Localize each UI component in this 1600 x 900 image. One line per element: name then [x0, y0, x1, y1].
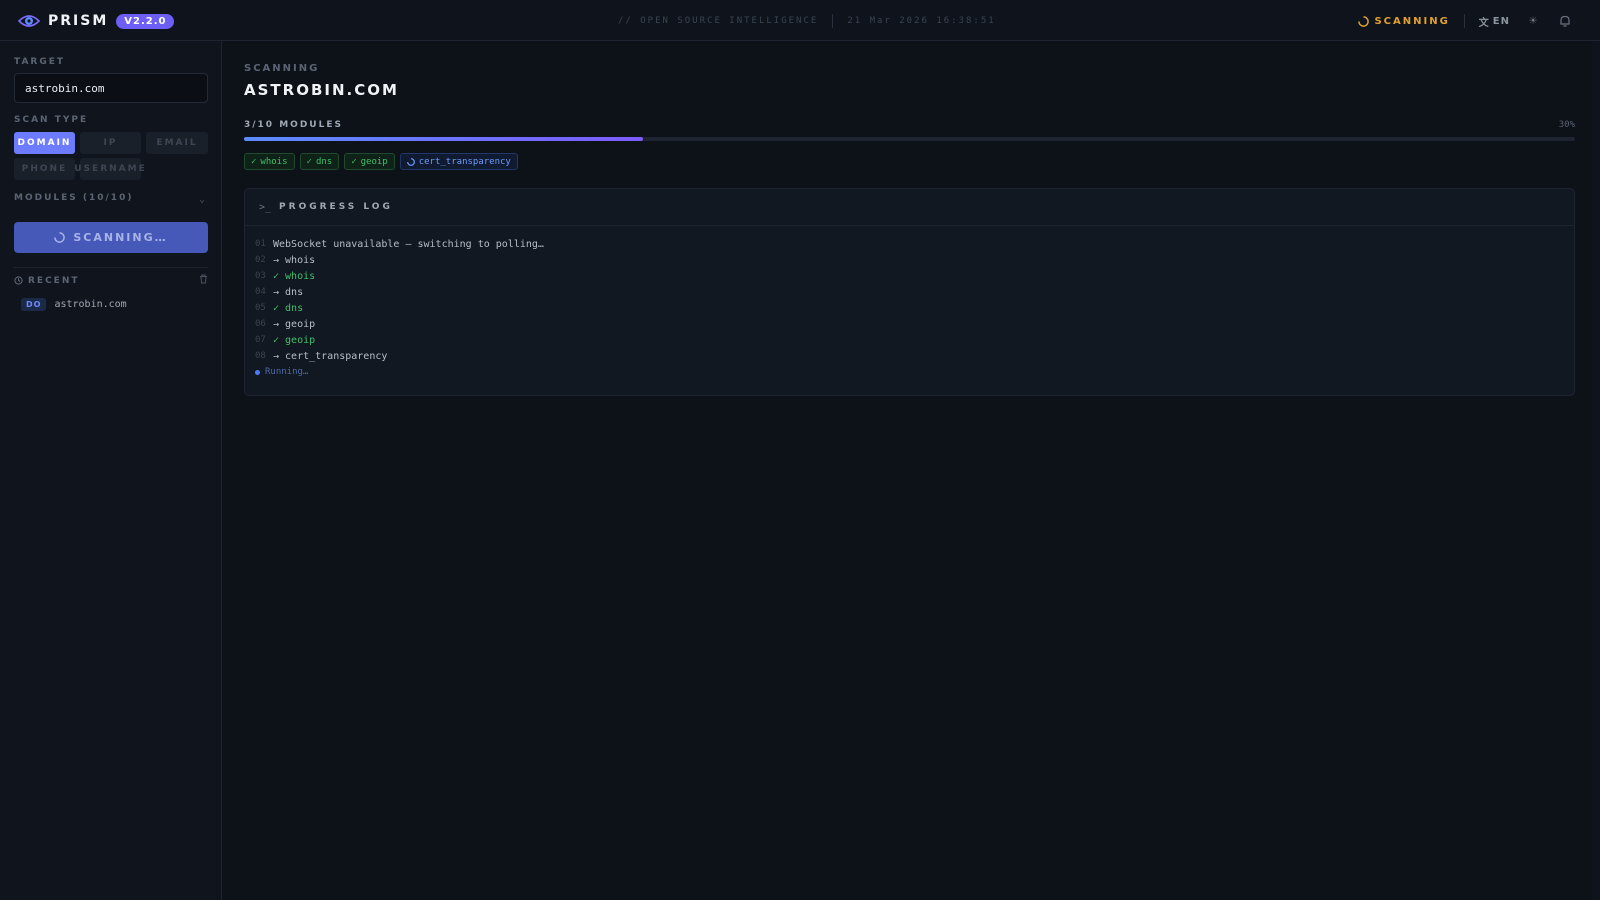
- log-line-text: WebSocket unavailable — switching to pol…: [273, 238, 544, 250]
- log-lines: 01 WebSocket unavailable — switching to p…: [245, 226, 1574, 380]
- module-chips: ✓ whois ✓ dns ✓ geoip cert_transparency: [244, 153, 518, 170]
- log-header: >_ PROGRESS LOG: [245, 189, 1574, 226]
- log-title: PROGRESS LOG: [279, 202, 393, 212]
- scan-type-username[interactable]: USERNAME: [74, 158, 145, 180]
- chip-label: whois: [260, 156, 288, 167]
- terminal-icon: >_: [259, 201, 272, 213]
- log-line-text: → whois: [273, 254, 316, 266]
- trash-icon[interactable]: [199, 274, 208, 287]
- log-line-text: → cert_transparency: [273, 350, 388, 362]
- trash-shape: [200, 274, 207, 284]
- log-line-number: 03: [255, 271, 266, 281]
- module-chip-dns[interactable]: ✓ dns: [299, 153, 340, 170]
- running-text: Running…: [265, 367, 309, 377]
- divider: [14, 267, 208, 268]
- running-dot-icon: [255, 369, 260, 375]
- log-line-text: ✓ geoip: [273, 334, 316, 346]
- chevron-down-icon[interactable]: ⌄: [199, 194, 205, 205]
- log-line: 04 → dns: [255, 284, 1574, 300]
- top-center-info: // OPEN SOURCE INTELLIGENCE 21 Mar 2026 …: [618, 14, 996, 28]
- brand-name: PRISM: [48, 13, 109, 29]
- scan-button[interactable]: SCANNING…: [14, 222, 208, 253]
- spinner-icon: [406, 157, 415, 166]
- chip-label: cert_transparency: [418, 156, 511, 167]
- progress-fill: [244, 137, 644, 141]
- log-line: 07 ✓ geoip: [255, 332, 1574, 348]
- main-content: SCANNING ASTROBIN.COM 3/10 MODULES 30% ✓…: [222, 41, 1600, 900]
- scrollbar[interactable]: [1592, 41, 1600, 900]
- translate-icon: 文: [1478, 17, 1490, 29]
- spinner-icon: [1358, 15, 1370, 27]
- target-label: TARGET: [14, 57, 66, 67]
- log-line-number: 06: [255, 319, 266, 329]
- divider: [1463, 14, 1465, 28]
- progress-log-panel: >_ PROGRESS LOG 01 WebSocket unavailable …: [244, 188, 1575, 396]
- log-line-text: → dns: [273, 286, 304, 298]
- log-line: 03 ✓ whois: [255, 268, 1574, 284]
- page-title: ASTROBIN.COM: [244, 81, 399, 99]
- scan-type-phone[interactable]: PHONE: [14, 158, 75, 180]
- top-right-controls: SCANNING 文 EN ☀: [1358, 12, 1574, 30]
- scan-type-domain[interactable]: DOMAIN: [14, 132, 75, 154]
- recent-header: RECENT: [14, 274, 208, 287]
- scan-type-label: SCAN TYPE: [14, 115, 89, 125]
- language-switch[interactable]: 文 EN: [1479, 14, 1510, 29]
- target-input[interactable]: [14, 73, 208, 103]
- recent-item-text: astrobin.com: [54, 299, 127, 310]
- progress-percent: 30%: [1558, 120, 1575, 130]
- recent-item[interactable]: DO astrobin.com: [21, 298, 127, 311]
- bell-icon[interactable]: [1556, 12, 1574, 30]
- scan-type-ip[interactable]: IP: [80, 132, 141, 154]
- tagline: // OPEN SOURCE INTELLIGENCE: [618, 16, 819, 26]
- log-line-number: 07: [255, 335, 266, 345]
- scan-button-label: SCANNING…: [73, 231, 168, 244]
- scan-type-email[interactable]: EMAIL: [146, 132, 208, 154]
- brand[interactable]: PRISM V2.2.0: [18, 10, 175, 32]
- module-chip-whois[interactable]: ✓ whois: [244, 153, 295, 170]
- progress-bar: [244, 137, 1575, 141]
- eye-logo-icon: [18, 15, 40, 27]
- log-line: 01 WebSocket unavailable — switching to p…: [255, 236, 1574, 252]
- log-line-number: 08: [255, 351, 266, 361]
- log-line: 02 → whois: [255, 252, 1574, 268]
- log-line: 05 ✓ dns: [255, 300, 1574, 316]
- log-line-number: 05: [255, 303, 266, 313]
- log-line-number: 04: [255, 287, 266, 297]
- log-line-number: 01: [255, 239, 266, 249]
- top-bar: PRISM V2.2.0 // OPEN SOURCE INTELLIGENCE…: [0, 0, 1600, 41]
- chip-label: geoip: [360, 156, 388, 167]
- check-icon: ✓: [251, 156, 257, 167]
- modules-progress: 3/10 MODULES: [244, 120, 343, 130]
- clock-icon: [14, 276, 23, 285]
- log-running-indicator: Running…: [255, 364, 1574, 380]
- module-chip-geoip[interactable]: ✓ geoip: [344, 153, 395, 170]
- language-label: EN: [1492, 15, 1510, 27]
- bell-shape: [1560, 15, 1570, 27]
- scan-status: SCANNING: [1358, 16, 1449, 27]
- modules-label[interactable]: MODULES (10/10): [14, 193, 133, 203]
- recent-label-text: RECENT: [28, 275, 80, 286]
- log-line: 08 → cert_transparency: [255, 348, 1574, 364]
- recent-label: RECENT: [14, 276, 80, 286]
- log-line-number: 02: [255, 255, 266, 265]
- sun-icon[interactable]: ☀: [1524, 12, 1542, 30]
- spinner-icon: [54, 232, 66, 243]
- version-badge: V2.2.0: [116, 13, 175, 29]
- chip-label: dns: [315, 156, 333, 167]
- module-chip-cert-transparency[interactable]: cert_transparency: [399, 153, 518, 170]
- log-line-text: ✓ dns: [273, 302, 304, 314]
- check-icon: ✓: [306, 156, 312, 167]
- datetime: 21 Mar 2026 16:38:51: [847, 16, 996, 26]
- log-line-text: ✓ whois: [273, 270, 316, 282]
- check-icon: ✓: [351, 156, 357, 167]
- sidebar: TARGET SCAN TYPE DOMAIN IP EMAIL PHONE U…: [0, 41, 222, 900]
- recent-item-badge: DO: [21, 298, 47, 311]
- scan-status-label: SCANNING: [244, 63, 320, 74]
- scan-status-text: SCANNING: [1374, 15, 1450, 27]
- log-line-text: → geoip: [273, 318, 316, 330]
- log-line: 06 → geoip: [255, 316, 1574, 332]
- divider: [832, 14, 834, 28]
